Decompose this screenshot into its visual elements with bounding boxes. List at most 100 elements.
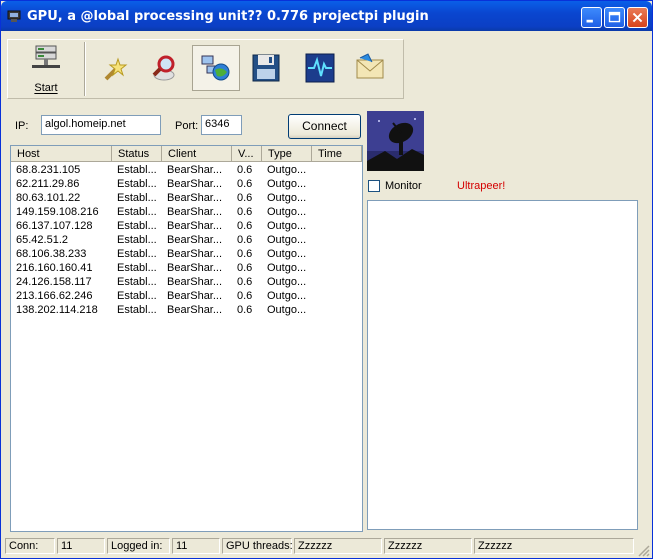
cell-version: 0.6 xyxy=(237,290,253,302)
network-globe-icon xyxy=(201,55,230,81)
cell-host: 68.8.231.105 xyxy=(16,164,81,176)
cell-status: Establ... xyxy=(117,164,157,176)
close-button[interactable] xyxy=(627,7,648,28)
connect-button[interactable]: Connect xyxy=(288,114,361,139)
monitor-waveform-icon xyxy=(305,53,335,83)
maximize-button[interactable] xyxy=(604,7,625,28)
cell-status: Establ... xyxy=(117,276,157,288)
cell-client: BearShar... xyxy=(167,192,223,204)
toolbar: Start xyxy=(7,39,404,99)
monitor-button[interactable] xyxy=(298,40,346,98)
cell-host: 62.211.29.86 xyxy=(16,178,80,190)
minimize-button[interactable] xyxy=(581,7,602,28)
close-icon xyxy=(632,12,643,23)
cell-host: 213.166.62.246 xyxy=(16,290,93,302)
column-header-client[interactable]: Client xyxy=(162,146,232,162)
table-row[interactable]: 24.126.158.117 Establ... BearShar... 0.6 Out… xyxy=(11,276,362,290)
cell-client: BearShar... xyxy=(167,290,223,302)
cell-version: 0.6 xyxy=(237,178,253,190)
table-row[interactable]: 68.8.231.105 Establ... BearShar... 0.6 Outgo… xyxy=(11,164,362,178)
cell-type: Outgo... xyxy=(267,248,307,260)
app-window: GPU, a @lobal processing unit?? 0.776 pr… xyxy=(0,0,653,559)
cell-status: Establ... xyxy=(117,304,157,316)
cell-client: BearShar... xyxy=(167,248,223,260)
cell-type: Outgo... xyxy=(267,290,307,302)
ip-input[interactable]: algol.homeip.net xyxy=(41,115,161,135)
status-conn-label: Conn: xyxy=(5,538,55,554)
cell-version: 0.6 xyxy=(237,304,253,316)
table-row[interactable]: 213.166.62.246 Establ... BearShar... 0.6 Out… xyxy=(11,290,362,304)
cell-client: BearShar... xyxy=(167,220,223,232)
toolbar-separator xyxy=(84,42,86,96)
cell-status: Establ... xyxy=(117,192,157,204)
start-label: Start xyxy=(34,82,58,94)
start-button[interactable]: Start xyxy=(22,40,70,98)
table-row[interactable]: 66.137.107.128 Establ... BearShar... 0.6 Out… xyxy=(11,220,362,234)
cell-status: Establ... xyxy=(117,234,157,246)
wizard-icon xyxy=(104,57,128,81)
table-row[interactable]: 80.63.101.22 Establ... BearShar... 0.6 Outgo… xyxy=(11,192,362,206)
wizard-button[interactable] xyxy=(92,40,140,98)
cell-host: 149.159.108.216 xyxy=(16,206,99,218)
monitor-label: Monitor xyxy=(385,180,422,192)
cell-status: Establ... xyxy=(117,290,157,302)
search-button[interactable] xyxy=(142,40,190,98)
table-row[interactable]: 138.202.114.218 Establ... BearShar... 0.6 Ou… xyxy=(11,304,362,318)
satellite-dish-image xyxy=(367,111,424,171)
column-header-status[interactable]: Status xyxy=(112,146,162,162)
minimize-icon xyxy=(586,19,593,23)
table-row[interactable]: 68.106.38.233 Establ... BearShar... 0.6 Outg… xyxy=(11,248,362,262)
cell-version: 0.6 xyxy=(237,262,253,274)
status-thread-2: Zzzzzz xyxy=(384,538,472,554)
cell-type: Outgo... xyxy=(267,262,307,274)
cell-version: 0.6 xyxy=(237,248,253,260)
save-floppy-icon xyxy=(252,54,280,82)
start-server-icon xyxy=(32,45,60,68)
table-row[interactable]: 149.159.108.216 Establ... BearShar... 0.6 Ou… xyxy=(11,206,362,220)
table-row[interactable]: 62.211.29.86 Establ... BearShar... 0.6 Outgo… xyxy=(11,178,362,192)
table-row[interactable]: 216.160.160.41 Establ... BearShar... 0.6 Out… xyxy=(11,262,362,276)
cell-status: Establ... xyxy=(117,206,157,218)
monitor-checkbox[interactable] xyxy=(368,180,380,192)
cell-type: Outgo... xyxy=(267,304,307,316)
table-row[interactable]: 65.42.51.2 Establ... BearShar... 0.6 Outgo..… xyxy=(11,234,362,248)
mail-button[interactable] xyxy=(348,40,396,98)
column-header-version[interactable]: V... xyxy=(232,146,262,162)
cell-version: 0.6 xyxy=(237,164,253,176)
cell-status: Establ... xyxy=(117,178,157,190)
column-header-host[interactable]: Host xyxy=(11,146,112,162)
cell-client: BearShar... xyxy=(167,234,223,246)
ultrapeer-status: Ultrapeer! xyxy=(457,180,506,192)
cell-client: BearShar... xyxy=(167,164,223,176)
log-output-area[interactable] xyxy=(367,200,638,530)
status-logged-value: 11 xyxy=(172,538,220,554)
cell-version: 0.6 xyxy=(237,220,253,232)
status-thread-3: Zzzzzz xyxy=(474,538,634,554)
cell-host: 80.63.101.22 xyxy=(16,192,81,204)
cell-status: Establ... xyxy=(117,248,157,260)
port-input[interactable]: 6346 xyxy=(201,115,242,135)
status-threads-label: GPU threads: xyxy=(222,538,293,554)
column-header-type[interactable]: Type xyxy=(262,146,312,162)
hosts-list[interactable]: Host Status Client V... Type Time 68.8.2… xyxy=(10,145,363,532)
cell-host: 68.106.38.233 xyxy=(16,248,87,260)
cell-version: 0.6 xyxy=(237,234,253,246)
maximize-icon xyxy=(608,11,621,23)
cell-type: Outgo... xyxy=(267,192,307,204)
cell-type: Outgo... xyxy=(267,178,307,190)
resize-grip-icon[interactable] xyxy=(637,544,651,558)
app-icon xyxy=(7,10,21,22)
title-bar[interactable]: GPU, a @lobal processing unit?? 0.776 pr… xyxy=(1,1,652,31)
cell-client: BearShar... xyxy=(167,304,223,316)
status-bar: Conn: 11 Logged in: 11 GPU threads: Zzzz… xyxy=(1,536,652,558)
status-thread-1: Zzzzzz xyxy=(294,538,382,554)
column-header-time[interactable]: Time xyxy=(312,146,362,162)
cell-status: Establ... xyxy=(117,220,157,232)
cell-type: Outgo... xyxy=(267,220,307,232)
save-button[interactable] xyxy=(242,40,290,98)
cell-host: 216.160.160.41 xyxy=(16,262,93,274)
status-logged-label: Logged in: xyxy=(107,538,170,554)
cell-type: Outgo... xyxy=(267,234,307,246)
mail-envelope-icon xyxy=(356,53,384,79)
network-button[interactable] xyxy=(192,45,240,91)
